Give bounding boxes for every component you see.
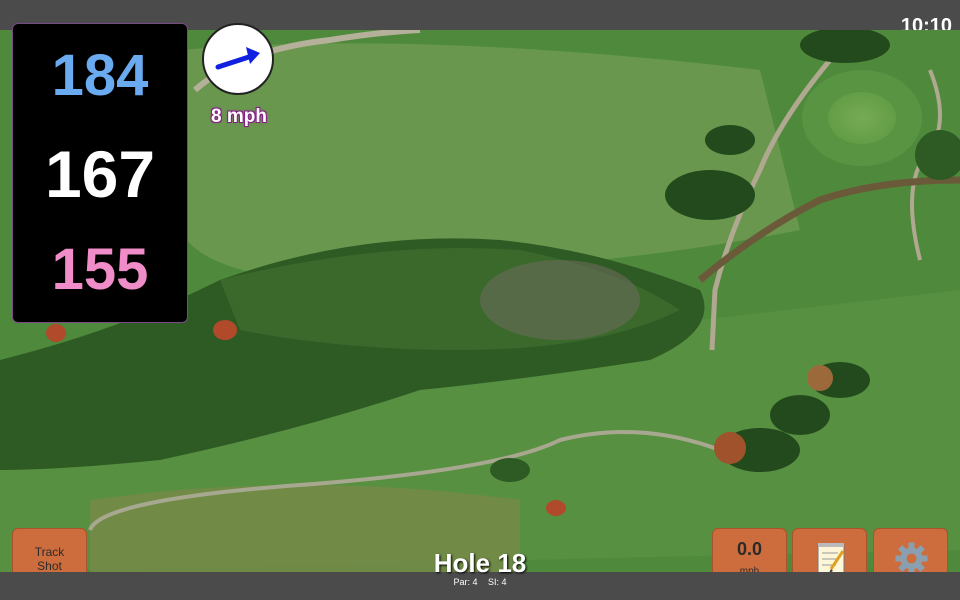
wind-speed: 8 mph xyxy=(211,106,267,127)
wind-arrow-icon xyxy=(215,47,260,70)
hole-par: Par: 4 xyxy=(453,577,478,587)
front-distance: 155 xyxy=(51,237,149,302)
hole-si: SI: 4 xyxy=(488,577,507,587)
back-distance: 184 xyxy=(51,43,149,108)
distance-panel: 184 167 155 xyxy=(12,23,188,323)
track-shot-label-2: Shot xyxy=(37,559,62,573)
middle-distance: 167 xyxy=(44,137,156,211)
speed-value: 0.0 xyxy=(736,539,763,559)
wind-compass xyxy=(202,23,274,95)
track-shot-label-1: Track xyxy=(34,545,65,559)
hole-title: Hole 18 xyxy=(433,548,527,578)
hole-info: Par: 4 SI: 4 xyxy=(380,577,580,587)
